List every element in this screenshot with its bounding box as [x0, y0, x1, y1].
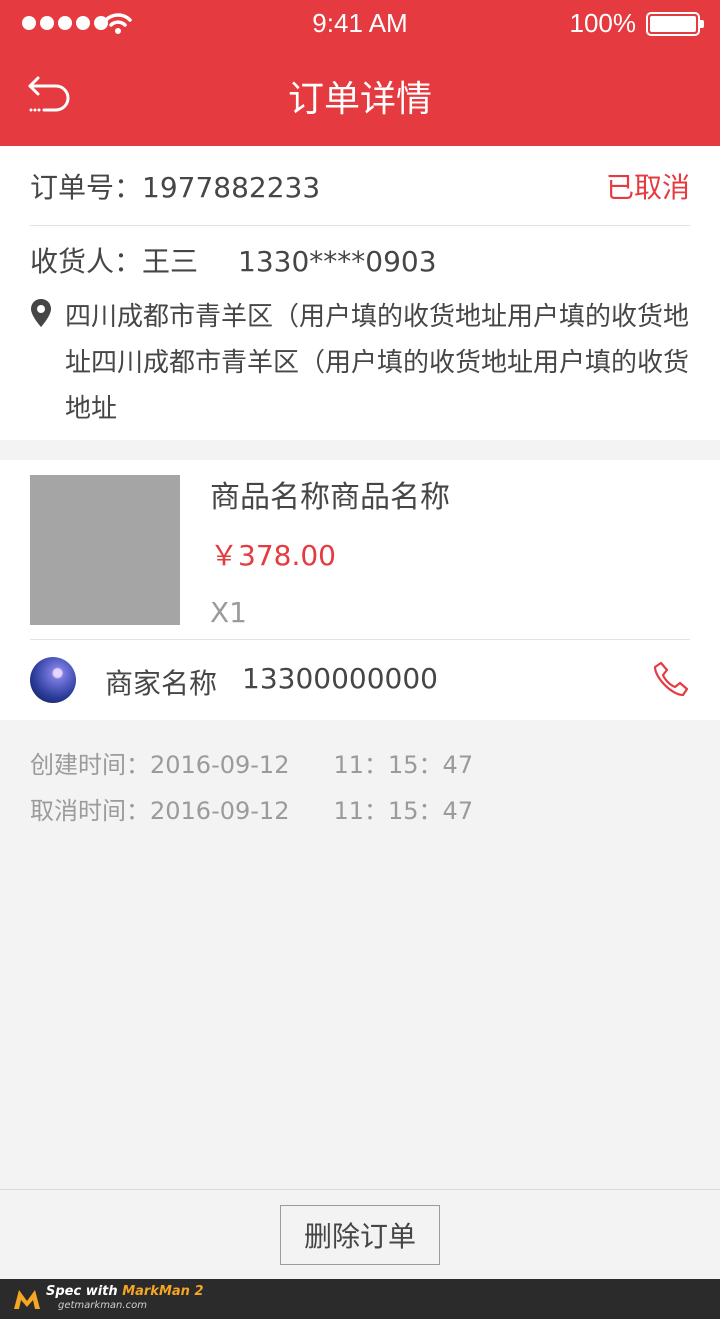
markman-footer: Spec with MarkMan 2 getmarkman.com — [0, 1279, 720, 1319]
bottom-action-bar: 删除订单 — [0, 1189, 720, 1279]
cancelled-date: 取消时间：2016-09-12 — [30, 797, 290, 825]
goods-price: ￥378.00 — [210, 539, 336, 572]
battery-percent: 100% — [569, 8, 637, 38]
delivery-address: 四川成都市青羊区（用户填的收货地址用户填的收货地址四川成都市青羊区（用户填的收货… — [65, 302, 690, 424]
shop-phone: 13300000000 — [242, 662, 438, 695]
status-bar: 9:41 AM 100% — [0, 0, 720, 48]
delete-order-button[interactable]: 删除订单 — [280, 1205, 440, 1265]
markman-url[interactable]: getmarkman.com — [58, 1300, 147, 1311]
cancelled-clock: 11：15：47 — [333, 797, 474, 825]
brand-prefix: Spec with — [46, 1284, 123, 1299]
markman-brand: Spec with MarkMan 2 — [46, 1284, 204, 1299]
cancelled-time-row: 取消时间：2016-09-12 11：15：47 — [30, 791, 473, 826]
divider — [30, 639, 690, 640]
shop-avatar — [30, 657, 76, 703]
created-date: 创建时间：2016-09-12 — [30, 751, 290, 779]
goods-card: 商品名称商品名称 ￥378.00 X1 商家名称 13300000000 — [0, 460, 720, 720]
order-number-row: 订单号：1977882233 已取消 — [30, 146, 690, 226]
order-number: 订单号：1977882233 — [30, 171, 321, 204]
brand-name: MarkMan 2 — [122, 1284, 204, 1299]
top-bar: 9:41 AM 100% 订单详情 — [0, 0, 720, 146]
created-time-row: 创建时间：2016-09-12 11：15：47 — [30, 745, 473, 780]
goods-image[interactable] — [30, 475, 180, 625]
page-title: 订单详情 — [287, 79, 432, 120]
receiver-name: 收货人：王三 — [30, 245, 199, 278]
markman-logo-icon — [14, 1290, 40, 1309]
battery-icon — [646, 12, 704, 36]
goods-name[interactable]: 商品名称商品名称 — [210, 472, 450, 516]
goods-quantity: X1 — [210, 596, 247, 629]
created-clock: 11：15：47 — [333, 751, 474, 779]
shop-name: 商家名称 — [105, 667, 218, 700]
order-status: 已取消 — [605, 171, 690, 204]
location-pin-icon — [31, 299, 51, 327]
order-info-card: 订单号：1977882233 已取消 收货人：王三 1330****0903 四川… — [0, 146, 720, 440]
receiver-row: 收货人：王三 1330****0903 — [30, 240, 437, 280]
receiver-phone: 1330****0903 — [238, 245, 437, 278]
phone-icon[interactable] — [652, 660, 690, 698]
